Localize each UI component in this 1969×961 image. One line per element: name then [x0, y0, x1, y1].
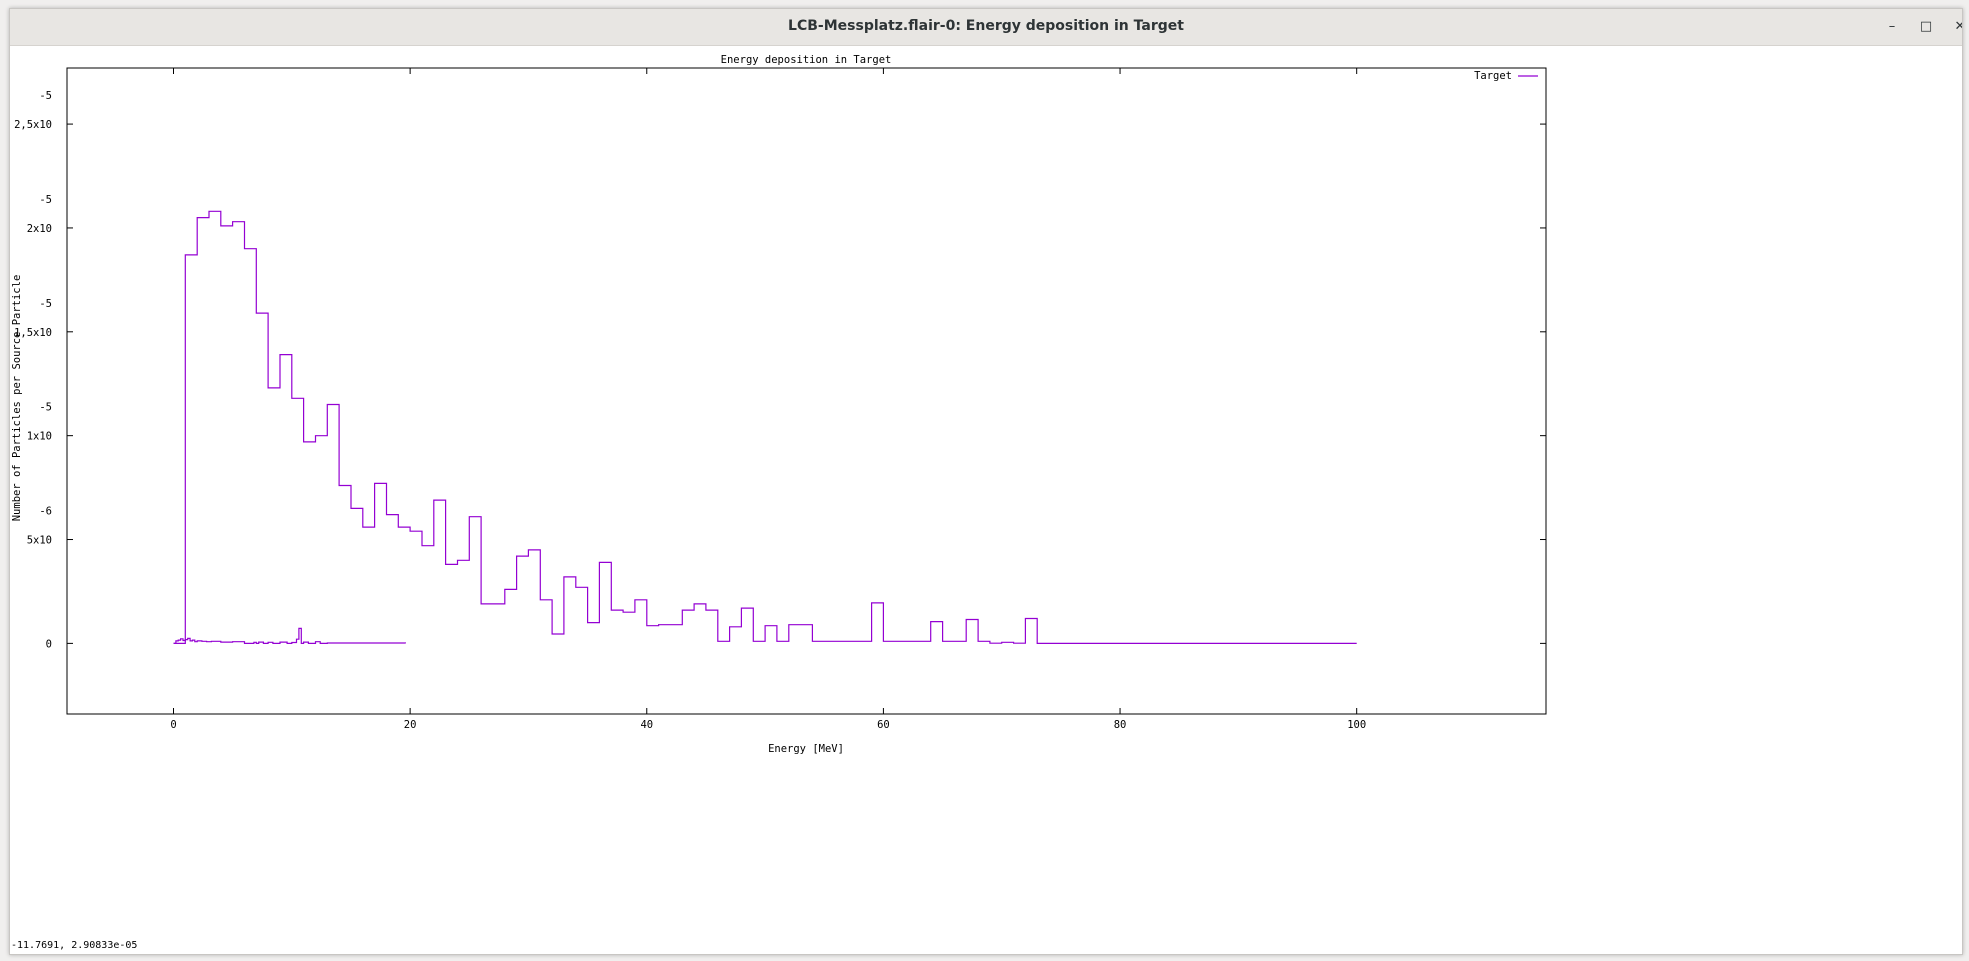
x-tick-label: 0 [170, 719, 176, 731]
y-tick-label: 0 [46, 638, 52, 650]
x-tick-label: 20 [404, 719, 417, 731]
y-tick-label: 1x10 [27, 431, 52, 443]
y-tick-label: 2x10 [27, 223, 52, 235]
x-tick-label: 60 [877, 719, 890, 731]
plot-area[interactable]: 0 20 40 60 80 100 0 5x10 -6 1x10 -5 1,5x10 -5 2x10 -5 2… [10, 46, 1962, 954]
series-line-target [173, 210, 1357, 644]
chart-title: Energy deposition in Target [721, 54, 892, 66]
y-tick-exponent: -5 [39, 298, 52, 310]
y-tick-exponent: -6 [39, 506, 52, 518]
x-tick-label: 40 [640, 719, 653, 731]
y-tick-exponent: -5 [39, 402, 52, 414]
plot-frame [66, 67, 1547, 715]
coordinate-readout: -11.7691, 2.90833e-05 [11, 940, 138, 951]
maximize-icon[interactable]: □ [1916, 17, 1936, 37]
y-tick-exponent: -5 [39, 90, 52, 102]
x-tick-label: 80 [1114, 719, 1127, 731]
minimize-icon[interactable]: – [1882, 17, 1902, 37]
plot-window: LCB-Messplatz.flair-0: Energy deposition… [9, 8, 1963, 955]
close-icon[interactable]: ✕ [1950, 17, 1962, 37]
x-tick-label: 100 [1347, 719, 1366, 731]
x-axis-label: Energy [MeV] [768, 743, 844, 755]
y-tick-label: 5x10 [27, 535, 52, 547]
legend-label: Target [1474, 70, 1512, 82]
y-tick-exponent: -5 [39, 194, 52, 206]
series-line-secondary [173, 627, 406, 644]
title-bar[interactable]: LCB-Messplatz.flair-0: Energy deposition… [10, 9, 1962, 46]
window-title: LCB-Messplatz.flair-0: Energy deposition… [788, 18, 1184, 34]
energy-deposition-chart[interactable]: 0 20 40 60 80 10005x10-61x10-51,5x10-52x10-52… [10, 46, 1962, 954]
y-tick-label: 2,5x10 [14, 119, 52, 131]
y-axis-label: Number of Particles per Source Particle [11, 275, 23, 522]
